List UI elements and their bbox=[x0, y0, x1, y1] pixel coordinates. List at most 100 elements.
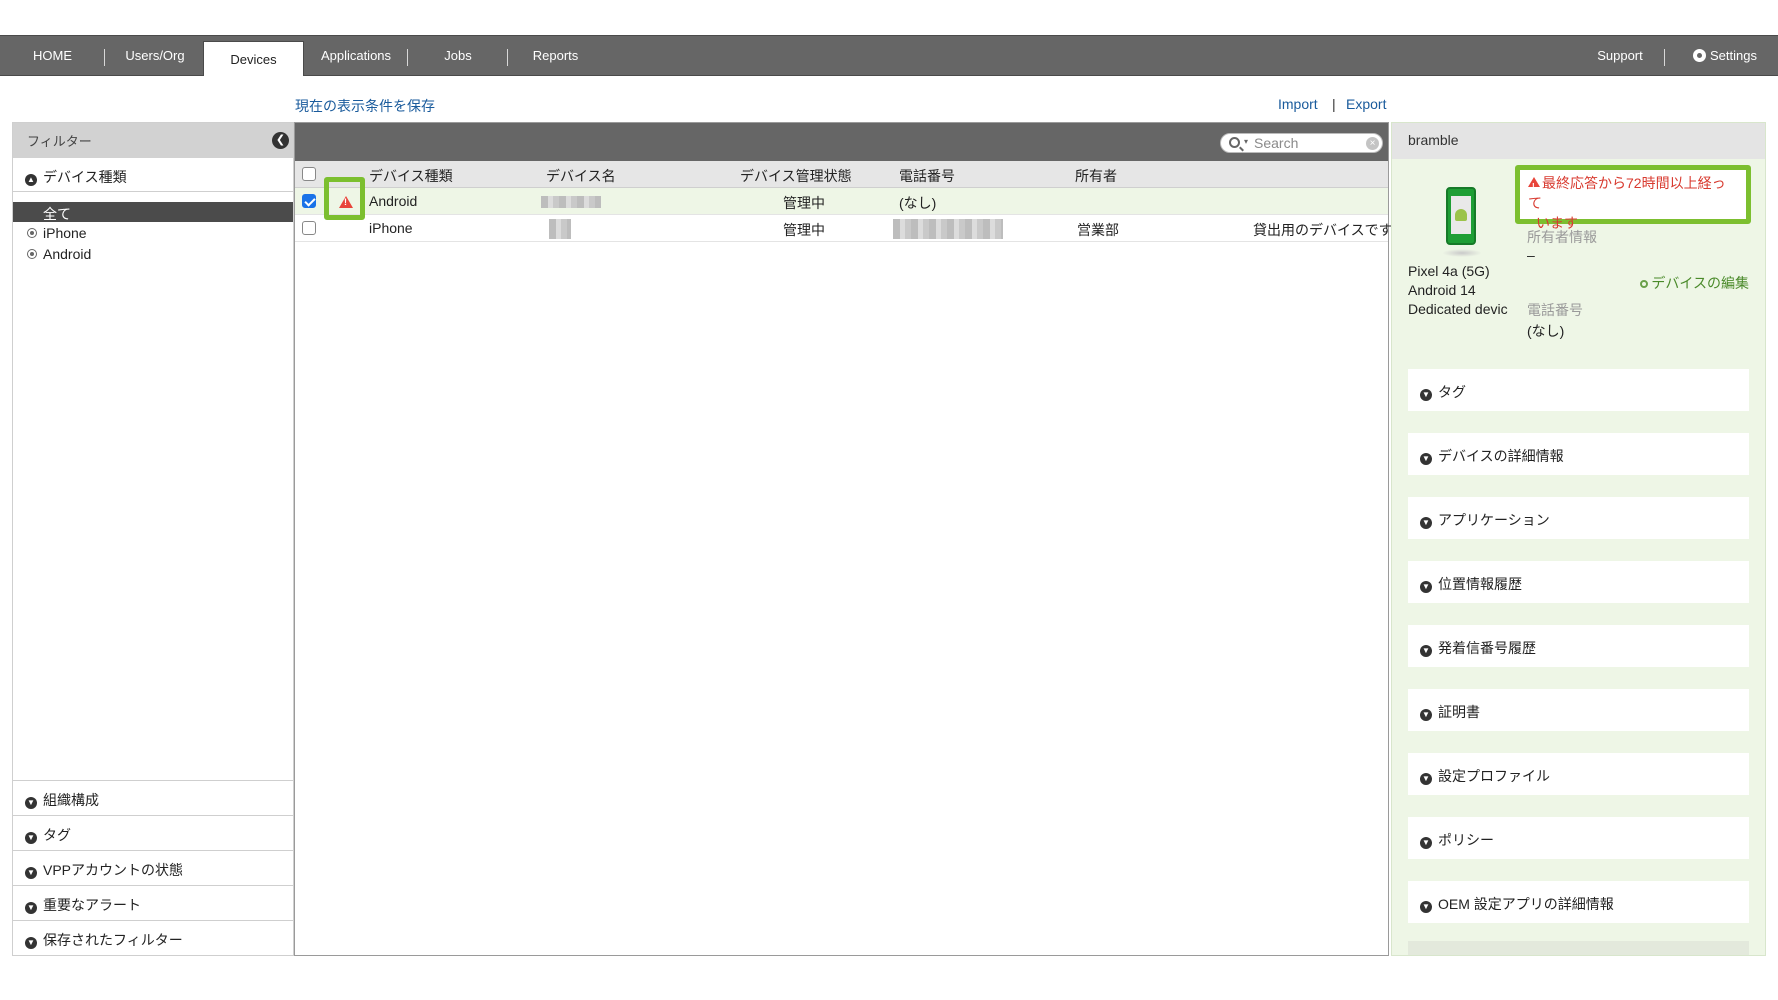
circle-icon bbox=[1640, 280, 1649, 288]
chevron-down-icon: ▼ bbox=[25, 937, 37, 949]
chevron-down-icon: ▼ bbox=[25, 902, 37, 914]
chevron-down-icon: ▼ bbox=[25, 797, 37, 809]
accordion-config-profiles[interactable]: ▼ 設定プロファイル bbox=[1408, 753, 1749, 795]
accordion-device-details[interactable]: ▼ デバイスの詳細情報 bbox=[1408, 433, 1749, 475]
settings-link[interactable]: Settings bbox=[1675, 36, 1775, 75]
chevron-down-icon: ▼ bbox=[1420, 645, 1432, 657]
settings-label: Settings bbox=[1710, 48, 1757, 63]
radio-icon bbox=[27, 249, 37, 259]
cell-device-type: Android bbox=[369, 193, 418, 209]
edit-device-link[interactable]: デバイスの編集 bbox=[1640, 273, 1749, 293]
accordion-call-history[interactable]: ▼ 発着信番号履歴 bbox=[1408, 625, 1749, 667]
device-os: Android 14 bbox=[1408, 282, 1476, 298]
search-box[interactable]: ▾ × bbox=[1220, 133, 1383, 153]
accordion-label: OEM 設定アプリの詳細情報 bbox=[1438, 896, 1614, 912]
chevron-down-icon: ▼ bbox=[1420, 453, 1432, 465]
accordion-label: 発着信番号履歴 bbox=[1438, 640, 1536, 656]
chevron-down-icon: ▼ bbox=[1420, 709, 1432, 721]
edit-device-label: デバイスの編集 bbox=[1651, 275, 1749, 291]
accordion-partial-next bbox=[1408, 941, 1749, 955]
chevron-down-icon: ▼ bbox=[25, 832, 37, 844]
select-all-checkbox[interactable] bbox=[302, 167, 316, 181]
row-checkbox[interactable] bbox=[302, 221, 316, 235]
accordion-label: デバイスの詳細情報 bbox=[1438, 448, 1564, 464]
device-list-panel: ▾ × デバイス種類 デバイス名 デバイス管理状態 電話番号 所有者 Andro… bbox=[294, 122, 1393, 956]
redacted-device-name bbox=[549, 219, 571, 239]
row-checkbox[interactable] bbox=[302, 194, 316, 208]
column-owner[interactable]: 所有者 bbox=[1075, 166, 1117, 186]
accordion-oem-config[interactable]: ▼ OEM 設定アプリの詳細情報 bbox=[1408, 881, 1749, 923]
filter-option-android[interactable]: Android bbox=[27, 246, 91, 262]
tab-reports[interactable]: Reports bbox=[508, 36, 603, 75]
filter-section-saved[interactable]: ▼ 保存されたフィルター bbox=[13, 920, 293, 955]
chevron-down-icon: ▼ bbox=[1420, 901, 1432, 913]
filter-section-label: 組織構成 bbox=[43, 792, 99, 808]
column-phone[interactable]: 電話番号 bbox=[899, 166, 955, 186]
highlight-warning-icon bbox=[324, 177, 365, 220]
device-detail-panel: bramble 最終応答から72時間以上経って います 所有者情報 – デバイス… bbox=[1391, 122, 1766, 956]
filter-section-vpp[interactable]: ▼ VPPアカウントの状態 bbox=[13, 850, 293, 885]
accordion-label: アプリケーション bbox=[1438, 512, 1550, 528]
cell-status: 管理中 bbox=[783, 222, 825, 238]
tab-home[interactable]: HOME bbox=[0, 36, 105, 75]
cell-phone: (なし) bbox=[899, 195, 937, 211]
filter-panel-title: フィルター bbox=[27, 134, 92, 149]
accordion-applications[interactable]: ▼ アプリケーション bbox=[1408, 497, 1749, 539]
search-options-caret[interactable]: ▾ bbox=[1244, 137, 1248, 146]
phone-label: 電話番号 bbox=[1527, 302, 1583, 318]
accordion-label: 証明書 bbox=[1438, 704, 1480, 720]
owner-info-label: 所有者情報 bbox=[1527, 229, 1597, 245]
filter-section-label: タグ bbox=[43, 827, 71, 843]
filter-option-all[interactable]: 全て bbox=[13, 202, 293, 222]
save-view-link[interactable]: 現在の表示条件を保存 bbox=[295, 96, 435, 116]
filter-section-tag[interactable]: ▼ タグ bbox=[13, 815, 293, 850]
redacted-phone bbox=[893, 219, 1003, 239]
column-device-type[interactable]: デバイス種類 bbox=[369, 166, 453, 186]
filter-section-label: デバイス種類 bbox=[43, 169, 127, 185]
tab-jobs[interactable]: Jobs bbox=[408, 36, 508, 75]
filter-section-device-type[interactable]: ▲ デバイス種類 bbox=[13, 158, 293, 192]
tab-devices[interactable]: Devices bbox=[203, 41, 304, 76]
accordion-label: 設定プロファイル bbox=[1438, 768, 1550, 784]
support-link[interactable]: Support bbox=[1575, 36, 1665, 75]
collapse-panel-icon[interactable]: ❮ bbox=[272, 132, 289, 149]
top-nav: HOME Users/Org Devices Applications Jobs… bbox=[0, 35, 1778, 76]
filter-section-label: 保存されたフィルター bbox=[43, 932, 183, 948]
phone-shadow bbox=[1442, 249, 1482, 257]
owner-info-value: – bbox=[1527, 247, 1535, 263]
filter-option-iphone[interactable]: iPhone bbox=[27, 225, 87, 241]
search-icon bbox=[1229, 137, 1240, 148]
column-status[interactable]: デバイス管理状態 bbox=[740, 166, 852, 186]
filter-section-label: VPPアカウントの状態 bbox=[43, 862, 184, 878]
filter-section-alerts[interactable]: ▼ 重要なアラート bbox=[13, 885, 293, 920]
filter-section-label: 重要なアラート bbox=[43, 897, 141, 913]
filter-option-label: Android bbox=[43, 246, 92, 262]
cell-device-type: iPhone bbox=[369, 220, 413, 236]
tab-applications[interactable]: Applications bbox=[304, 36, 408, 75]
chevron-down-icon: ▼ bbox=[1420, 837, 1432, 849]
accordion-certificates[interactable]: ▼ 証明書 bbox=[1408, 689, 1749, 731]
tab-users-org[interactable]: Users/Org bbox=[105, 36, 205, 75]
table-row[interactable]: Android 管理中 (なし) bbox=[295, 188, 1388, 215]
import-link[interactable]: Import bbox=[1278, 96, 1318, 112]
last-response-alert: 最終応答から72時間以上経って います bbox=[1515, 165, 1751, 231]
table-header: デバイス種類 デバイス名 デバイス管理状態 電話番号 所有者 bbox=[295, 161, 1388, 188]
chevron-down-icon: ▼ bbox=[25, 867, 37, 879]
alert-line-1: 最終応答から72時間以上経って bbox=[1528, 175, 1726, 211]
filter-sections: ▼ 組織構成 ▼ タグ ▼ VPPアカウントの状態 ▼ 重要なアラート ▼ 保存されたフィ… bbox=[13, 780, 293, 955]
radio-icon bbox=[27, 228, 37, 238]
filter-section-org[interactable]: ▼ 組織構成 bbox=[13, 780, 293, 815]
search-input[interactable] bbox=[1254, 135, 1359, 151]
cell-note: 貸出用のデバイスです bbox=[1253, 222, 1393, 238]
accordion-policy[interactable]: ▼ ポリシー bbox=[1408, 817, 1749, 859]
accordion-tags[interactable]: ▼ タグ bbox=[1408, 369, 1749, 411]
warning-triangle-icon bbox=[1528, 177, 1540, 197]
column-device-name[interactable]: デバイス名 bbox=[546, 166, 616, 186]
table-row[interactable]: iPhone 管理中 営業部 貸出用のデバイスです bbox=[295, 215, 1393, 242]
clear-search-icon[interactable]: × bbox=[1366, 137, 1379, 150]
chevron-up-icon: ▲ bbox=[25, 174, 37, 186]
chevron-down-icon: ▼ bbox=[1420, 581, 1432, 593]
accordion-location-history[interactable]: ▼ 位置情報履歴 bbox=[1408, 561, 1749, 603]
export-link[interactable]: Export bbox=[1346, 96, 1386, 112]
accordion-label: 位置情報履歴 bbox=[1438, 576, 1522, 592]
